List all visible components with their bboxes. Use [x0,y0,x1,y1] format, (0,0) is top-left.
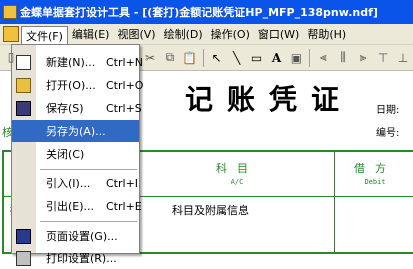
column-header-account[interactable]: 科目 A/C [140,160,334,186]
menu-window[interactable]: 窗口(W) [254,25,303,44]
menu-item-print-setup[interactable]: 打印设置(R)... [12,247,139,269]
align-center-icon[interactable]: ⫼ [335,49,351,67]
menu-item-label: 引出(E)... [46,200,95,213]
menu-item-label: 关闭(C) [46,148,85,161]
rectangle-icon[interactable]: ▭ [249,49,265,67]
menu-item-label: 新建(N)... [46,56,96,69]
copy-icon[interactable]: ⧉ [162,49,178,67]
text-tool-icon[interactable]: A [269,49,285,67]
menu-help[interactable]: 帮助(H) [303,25,350,44]
save-disk-icon [16,100,31,116]
column-header-cn: 借方 [354,162,396,175]
open-folder-icon [16,77,31,93]
align-right-icon[interactable]: ⫸ [355,49,371,67]
account-cell[interactable]: 科目及附属信息 [172,202,249,218]
menu-item-label: 页面设置(G)... [46,230,118,243]
menu-separator [40,169,137,170]
paste-icon[interactable]: 📋 [182,49,198,67]
menu-item-label: 引入(I)... [46,177,91,190]
align-top-icon[interactable]: ⊤ [375,49,391,67]
number-label[interactable]: 编号: [376,124,399,139]
column-header-en: A/C [230,178,244,186]
menu-item-shortcut: Ctrl+S [106,101,142,115]
file-menu-dropdown: 新建(N)... Ctrl+N 打开(O)... Ctrl+O 保存(S) Ct… [11,44,143,266]
menu-item-save[interactable]: 保存(S) Ctrl+S [12,97,142,119]
column-header-en: Debit [364,178,386,186]
menu-item-new[interactable]: 新建(N)... Ctrl+N [12,51,143,73]
app-icon [3,5,17,19]
select-arrow-icon[interactable]: ↖ [209,49,225,67]
menu-item-shortcut: Ctrl+E [106,199,142,213]
menu-item-shortcut: Ctrl+I [106,176,139,190]
menu-view[interactable]: 视图(V) [113,25,159,44]
menu-item-export[interactable]: 引出(E)... Ctrl+E [12,195,142,217]
voucher-title[interactable]: 记账凭证 [185,78,353,118]
menu-item-open[interactable]: 打开(O)... Ctrl+O [12,74,143,96]
menu-item-label: 打开(O)... [46,79,96,92]
page-setup-icon [16,228,31,244]
menu-item-import[interactable]: 引入(I)... Ctrl+I [12,172,139,194]
menu-item-label: 保存(S) [46,102,84,115]
cut-icon[interactable]: ✂ [142,49,158,67]
image-icon[interactable]: ▣ [288,49,304,67]
column-header-cn: 科目 [216,162,258,175]
menu-operate[interactable]: 操作(O) [207,25,254,44]
menu-bar: 文件(F) 编辑(E) 视图(V) 绘制(D) 操作(O) 窗口(W) 帮助(H… [0,24,413,45]
document-icon[interactable] [3,26,19,42]
window-title: 金蝶单据套打设计工具 - [(套打)金额记账凭证HP_MFP_138pnw.nd… [20,6,378,19]
menu-item-shortcut: Ctrl+O [106,78,144,92]
align-left-icon[interactable]: ⫷ [315,49,331,67]
print-icon [16,250,31,266]
menu-separator [40,221,137,222]
menu-edit[interactable]: 编辑(E) [68,25,114,44]
menu-item-page-setup[interactable]: 页面设置(G)... [12,225,139,247]
menu-file[interactable]: 文件(F) [21,25,68,45]
new-icon[interactable]: ▯ [2,48,20,66]
menu-item-shortcut: Ctrl+N [106,55,144,69]
menu-draw[interactable]: 绘制(D) [160,25,207,44]
toolbar-separator [202,48,204,67]
menu-item-label: 打印设置(R)... [46,252,117,265]
line-icon[interactable]: ╲ [229,49,245,67]
menu-item-close[interactable]: 关闭(C) [12,143,139,165]
toolbar-separator [309,48,311,67]
align-bottom-icon[interactable]: ⊥ [395,49,411,67]
date-label[interactable]: 日期: [376,101,399,116]
menu-item-save-as[interactable]: 另存为(A)... [12,120,139,142]
column-header-debit[interactable]: 借方 Debit [335,160,413,186]
title-bar: 金蝶单据套打设计工具 - [(套打)金额记账凭证HP_MFP_138pnw.nd… [0,0,413,24]
menu-item-label: 另存为(A)... [46,125,106,138]
